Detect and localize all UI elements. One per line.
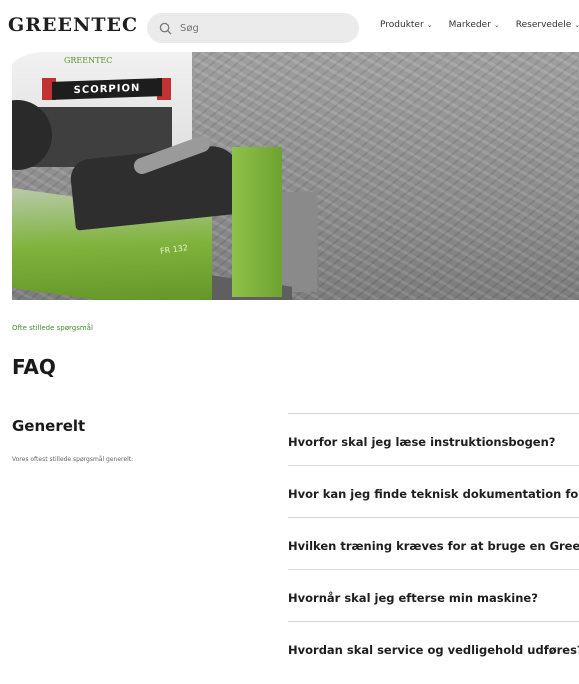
faq-question-item[interactable]: Hvor kan jeg finde teknisk dokumentation… — [288, 465, 579, 517]
greentec-logo[interactable]: GREENTEC — [8, 14, 138, 36]
hero-image: GREENTEC SCORPION FR 132 — [12, 52, 579, 300]
nav-item-produkter[interactable]: Produkter ⌄ — [380, 20, 433, 30]
truck-plate: SCORPION — [52, 78, 162, 100]
corner-mask — [0, 560, 130, 684]
site-header: GREENTEC Produkter ⌄ Markeder ⌄ Reserved… — [0, 0, 579, 52]
mower-green-plate — [232, 147, 282, 297]
truck-brand-text: GREENTEC — [64, 56, 113, 65]
faq-list: Hvorfor skal jeg læse instruktionsbogen?… — [288, 413, 579, 673]
faq-question-item[interactable]: Hvorfor skal jeg læse instruktionsbogen? — [288, 413, 579, 465]
faq-question-item[interactable]: Hvornår skal jeg efterse min maskine? — [288, 569, 579, 621]
faq-eyebrow: Ofte stillede spørgsmål — [12, 324, 93, 332]
search-bar[interactable] — [147, 13, 359, 43]
search-input[interactable] — [178, 21, 342, 35]
page-title: FAQ — [12, 355, 56, 379]
chevron-down-icon: ⌄ — [493, 21, 500, 29]
chevron-down-icon: ⌄ — [574, 21, 579, 29]
nav-item-markeder[interactable]: Markeder ⌄ — [449, 20, 500, 30]
faq-question-item[interactable]: Hvilken træning kræves for at bruge en G… — [288, 517, 579, 569]
nav-item-reservedele[interactable]: Reservedele ⌄ — [516, 20, 579, 30]
search-icon — [159, 22, 172, 35]
faq-question-item[interactable]: Hvordan skal service og vedligehold udfø… — [288, 621, 579, 673]
main-nav: Produkter ⌄ Markeder ⌄ Reservedele ⌄ — [380, 20, 579, 30]
category-title: Generelt — [12, 417, 86, 435]
category-description: Vores oftest stillede spørgsmål generelt… — [12, 456, 134, 463]
chevron-down-icon: ⌄ — [426, 21, 433, 29]
